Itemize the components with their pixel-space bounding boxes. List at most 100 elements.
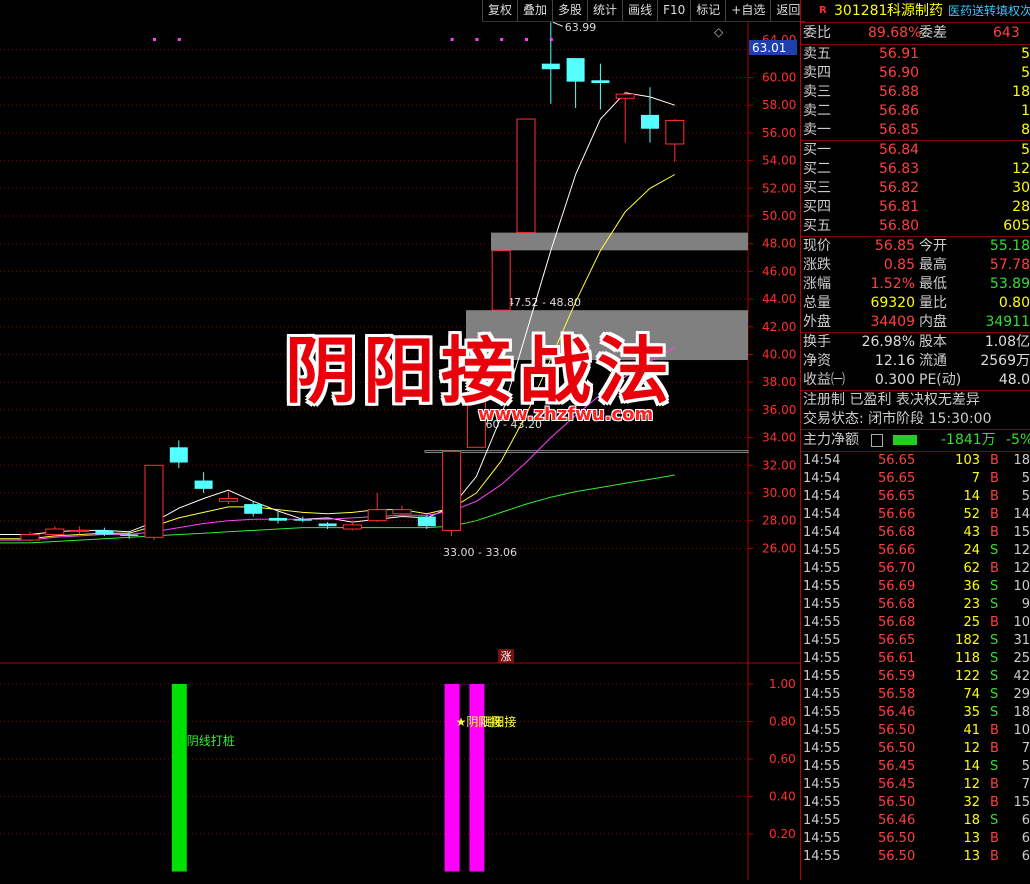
- candle-body-up[interactable]: [665, 119, 685, 145]
- tick-row[interactable]: 14:55 56.50 32 B 15: [801, 794, 1030, 812]
- candle-body-down[interactable]: [417, 516, 436, 527]
- candle-body-down[interactable]: [641, 114, 659, 129]
- candle-body-down[interactable]: [541, 63, 560, 70]
- tick-row[interactable]: 14:55 56.46 18 S 6: [801, 812, 1030, 830]
- kline-chart-area[interactable]: 62.0060.0058.0056.0054.0052.0050.0048.00…: [0, 0, 800, 880]
- candle-body-down[interactable]: [244, 504, 263, 514]
- ask-row[interactable]: 卖二 56.86 1: [801, 102, 1030, 121]
- tick-row[interactable]: 14:55 56.45 12 B 7: [801, 776, 1030, 794]
- tick-row[interactable]: 14:55 56.45 14 S 5: [801, 758, 1030, 776]
- stock-code[interactable]: 301281: [834, 0, 887, 22]
- ask-row[interactable]: 卖五 56.91 5: [801, 45, 1030, 64]
- tick-row[interactable]: 14:55 56.50 13 B 6: [801, 848, 1030, 866]
- bid-label: 买四: [803, 199, 831, 215]
- tick-price: 56.69: [878, 579, 916, 594]
- tick-volume: 14: [963, 759, 980, 774]
- candle-body-down[interactable]: [169, 447, 188, 463]
- tick-direction: S: [990, 543, 999, 558]
- tick-row[interactable]: 14:54 56.65 103 B 18: [801, 452, 1030, 470]
- candle-body-up[interactable]: [442, 450, 462, 531]
- bid-row[interactable]: 买二 56.83 12: [801, 160, 1030, 179]
- fin-row[interactable]: 净资 12.16 流通 2569万: [801, 352, 1030, 371]
- toolbar-button[interactable]: 多股: [552, 0, 587, 21]
- stat-label: 涨跌: [803, 257, 831, 273]
- stat-row[interactable]: 总量 69320 量比 0.80: [801, 294, 1030, 313]
- bid-row[interactable]: 买一 56.84 5: [801, 141, 1030, 160]
- candle-body-down[interactable]: [120, 534, 139, 536]
- signal-bar-green[interactable]: [171, 684, 187, 872]
- candle-body-up[interactable]: [20, 534, 40, 541]
- candle-body-down[interactable]: [95, 530, 114, 535]
- fin-row[interactable]: 换手 26.98% 股本 1.08亿: [801, 333, 1030, 352]
- bid-row[interactable]: 买五 56.80 605: [801, 217, 1030, 236]
- stat-row[interactable]: 涨幅 1.52% 最低 53.89: [801, 275, 1030, 294]
- toolbar-button[interactable]: +自选: [725, 0, 770, 21]
- stat-row[interactable]: 现价 56.85 今开 55.18: [801, 237, 1030, 256]
- ask-row[interactable]: 卖三 56.88 18: [801, 83, 1030, 102]
- candle-body-down[interactable]: [269, 517, 287, 521]
- fin-value-2: 48.0: [998, 372, 1030, 388]
- candle-body-down[interactable]: [591, 80, 610, 84]
- tick-row[interactable]: 14:55 56.69 36 S 10: [801, 578, 1030, 596]
- tick-row[interactable]: 14:55 56.50 41 B 10: [801, 722, 1030, 740]
- bid-row[interactable]: 买四 56.81 28: [801, 198, 1030, 217]
- tick-row[interactable]: 14:54 56.66 52 B 14: [801, 506, 1030, 524]
- toolbar-button[interactable]: 统计: [587, 0, 622, 21]
- ask-row[interactable]: 卖四 56.90 5: [801, 64, 1030, 83]
- toolbar-button[interactable]: 叠加: [517, 0, 552, 21]
- fin-row[interactable]: 收益㈠ 0.300 PE(动) 48.0: [801, 371, 1030, 390]
- candle-body-down[interactable]: [566, 58, 585, 82]
- main-flow-row[interactable]: 主力净额 -1841万 -5%: [801, 429, 1030, 451]
- candle-body-up[interactable]: [45, 528, 65, 536]
- price-chart-svg[interactable]: 62.0060.0058.0056.0054.0052.0050.0048.00…: [0, 0, 800, 880]
- tick-row[interactable]: 14:55 56.50 13 B 6: [801, 830, 1030, 848]
- tick-row[interactable]: 14:55 56.68 23 S 9: [801, 596, 1030, 614]
- registration-text: 注册制 已盈利 表决权无差异: [803, 392, 980, 408]
- candle-body-up[interactable]: [144, 464, 164, 538]
- tick-volume: 118: [955, 651, 980, 666]
- candle-body-up[interactable]: [392, 509, 412, 515]
- stat-row[interactable]: 外盘 34409 内盘 34911: [801, 313, 1030, 332]
- tick-row[interactable]: 14:55 56.61 118 S 25: [801, 650, 1030, 668]
- candle-body-up[interactable]: [218, 498, 238, 502]
- candle-body-up[interactable]: [342, 524, 362, 530]
- candle-body-up[interactable]: [70, 529, 90, 532]
- tick-row[interactable]: 14:54 56.65 7 B 5: [801, 470, 1030, 488]
- stock-name[interactable]: 科源制药: [887, 0, 943, 22]
- candle-body-up[interactable]: [367, 509, 387, 522]
- tick-row[interactable]: 14:55 56.70 62 B 12: [801, 560, 1030, 578]
- toolbar-button[interactable]: 标记: [690, 0, 725, 21]
- tick-row[interactable]: 14:55 56.50 12 B 7: [801, 740, 1030, 758]
- tick-row[interactable]: 14:55 56.59 122 S 42: [801, 668, 1030, 686]
- candle-body-down[interactable]: [318, 523, 337, 527]
- candle-body-down[interactable]: [194, 480, 213, 489]
- tick-row[interactable]: 14:55 56.46 35 S 18: [801, 704, 1030, 722]
- tick-row[interactable]: 14:54 56.68 43 B 15: [801, 524, 1030, 542]
- price-tick-label: 50.00: [762, 209, 796, 223]
- list-icon[interactable]: [871, 434, 883, 447]
- signal-bar-magenta[interactable]: [469, 684, 485, 872]
- signal-bar-magenta[interactable]: [444, 684, 460, 872]
- candle-body-up[interactable]: [516, 118, 536, 234]
- tick-row[interactable]: 14:55 56.66 24 S 12: [801, 542, 1030, 560]
- bid-row[interactable]: 买三 56.82 30: [801, 179, 1030, 198]
- tick-direction: B: [990, 615, 999, 630]
- candle-body-up[interactable]: [615, 93, 635, 99]
- ask-row[interactable]: 卖一 56.85 8: [801, 121, 1030, 140]
- candle-body-down[interactable]: [293, 519, 312, 521]
- price-tick-label: 56.00: [762, 126, 796, 140]
- candle-body-up[interactable]: [491, 250, 511, 311]
- tick-list[interactable]: 14:54 56.65 103 B 18 14:54 56.65 7 B 5 14:54 56.65 1…: [801, 451, 1030, 866]
- zhang-badge-text: 涨: [501, 650, 512, 663]
- toolbar-button[interactable]: 画线: [622, 0, 657, 21]
- tick-direction: B: [990, 795, 999, 810]
- tick-row[interactable]: 14:54 56.65 14 B 5: [801, 488, 1030, 506]
- tick-row[interactable]: 14:55 56.68 25 B 10: [801, 614, 1030, 632]
- toolbar-button[interactable]: 复权: [482, 0, 517, 21]
- tick-row[interactable]: 14:55 56.58 74 S 29: [801, 686, 1030, 704]
- tick-row[interactable]: 14:55 56.65 182 S 31: [801, 632, 1030, 650]
- stock-tag[interactable]: 医药送转填权次: [948, 0, 1030, 22]
- weibi-row: 委比 89.68% 委差 643: [801, 22, 1030, 44]
- stat-row[interactable]: 涨跌 0.85 最高 57.78: [801, 256, 1030, 275]
- toolbar-button[interactable]: F10: [657, 0, 690, 21]
